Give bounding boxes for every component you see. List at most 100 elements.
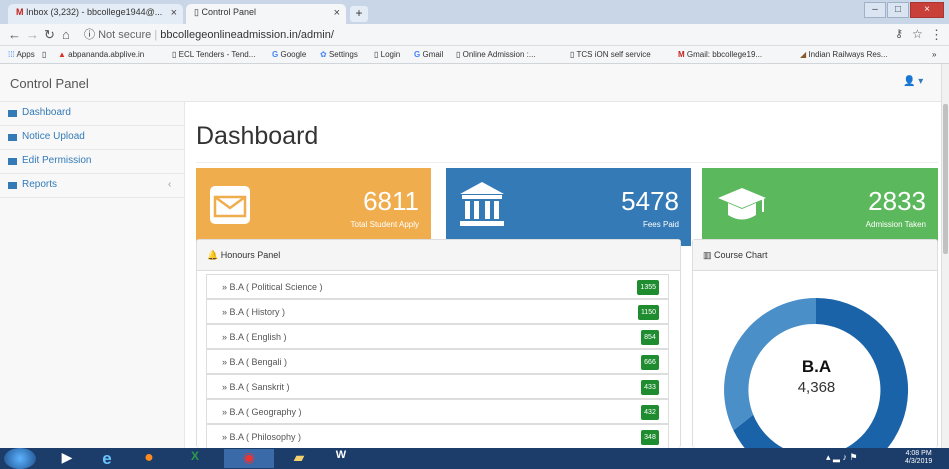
count-badge: 1355: [637, 280, 659, 295]
count-badge: 432: [641, 405, 659, 420]
bookmark-gmail-bbcollege[interactable]: M Gmail: bbcollege19...: [678, 50, 762, 59]
firefox-icon[interactable]: ●: [130, 449, 168, 468]
star-icon[interactable]: ☆: [912, 27, 923, 41]
windows-taskbar: ▶ e ● X ◉ ▰ W ▴ ▂ ♪ ⚑ 4:08 PM 4/3/2019: [0, 448, 949, 469]
excel-icon[interactable]: X: [176, 449, 214, 468]
card-label: Admission Taken: [865, 220, 926, 229]
reload-icon[interactable]: ↻: [44, 27, 55, 43]
folder-icon[interactable]: ▰: [280, 449, 318, 468]
bookmark-online-admission[interactable]: ▯ Online Admission :...: [456, 50, 536, 59]
bookmark-settings[interactable]: ✿ Settings: [320, 50, 358, 59]
list-item-label: » B.A ( Geography ): [222, 407, 302, 417]
new-tab-button[interactable]: +: [350, 6, 368, 22]
card-fees-paid[interactable]: 5478 Fees Paid: [446, 168, 691, 246]
card-value: 6811: [363, 186, 419, 216]
list-item[interactable]: » B.A ( English ) 854: [206, 324, 669, 349]
list-item[interactable]: » B.A ( Political Science ) 1355: [206, 274, 669, 299]
sidebar-item-dashboard[interactable]: Dashboard: [0, 102, 184, 126]
bookmark-gmail[interactable]: G Gmail: [414, 50, 443, 59]
page-scrollbar[interactable]: [941, 64, 949, 448]
card-label: Fees Paid: [642, 220, 679, 229]
word-icon[interactable]: W: [322, 449, 360, 468]
gear-icon: ✿: [320, 50, 327, 59]
panel-heading: ▥ Course Chart: [693, 240, 937, 271]
url-field[interactable]: ⓘ Not secure | bbcollegeonlineadmission.…: [84, 26, 864, 44]
dashboard-icon: [8, 110, 17, 117]
close-icon[interactable]: ×: [171, 7, 177, 19]
card-value: 2833: [868, 186, 926, 216]
info-icon: ⓘ: [84, 29, 95, 41]
back-icon[interactable]: ←: [8, 27, 21, 42]
list-item-label: » B.A ( Political Science ): [222, 282, 323, 292]
sidebar-item-reports[interactable]: Reports ‹: [0, 174, 184, 198]
sidebar: Dashboard Notice Upload Edit Permission …: [0, 102, 185, 448]
key-icon[interactable]: ⚷: [895, 27, 903, 40]
bookmark-indian-railways[interactable]: ◢ Indian Railways Res...: [800, 50, 888, 59]
list-item[interactable]: » B.A ( Bengali ) 666: [206, 349, 669, 374]
maximize-button[interactable]: □: [887, 2, 909, 18]
card-value: 5478: [621, 186, 679, 216]
bookmark-tcs-ion[interactable]: ▯ TCS iON self service: [570, 50, 651, 59]
list-item[interactable]: » B.A ( History ) 1150: [206, 299, 669, 324]
home-icon[interactable]: ⌂: [62, 27, 70, 42]
user-menu-button[interactable]: 👤 ▾: [903, 76, 923, 87]
page-icon: ▯: [194, 7, 199, 17]
more-bookmarks-icon[interactable]: »: [932, 50, 936, 59]
list-item[interactable]: » B.A ( Philosophy ) 348: [206, 424, 669, 449]
panel-heading: 🔔 Honours Panel: [197, 240, 680, 271]
clock[interactable]: 4:08 PM 4/3/2019: [905, 450, 932, 466]
bookmark-ecl-tenders[interactable]: ▯ ECL Tenders - Tend...: [172, 50, 255, 59]
count-badge: 666: [641, 355, 659, 370]
bar-chart-icon: ▥: [703, 250, 712, 260]
tab-control-panel[interactable]: ▯ Control Panel ×: [186, 4, 346, 24]
count-badge: 433: [641, 380, 659, 395]
list-item[interactable]: » B.A ( Sanskrit ) 433: [206, 374, 669, 399]
bell-icon: 🔔: [207, 250, 219, 260]
close-window-button[interactable]: ×: [910, 2, 944, 18]
bookmark-login[interactable]: ▯ Login: [374, 50, 400, 59]
minimize-button[interactable]: –: [864, 2, 886, 18]
list-item-label: » B.A ( History ): [222, 307, 286, 317]
gmail-icon: M: [678, 50, 685, 59]
table-icon: [8, 134, 17, 141]
card-total-student-apply[interactable]: 6811 Total Student Apply: [196, 168, 431, 246]
list-item-label: » B.A ( Sanskrit ): [222, 382, 290, 392]
menu-icon[interactable]: ⋮: [930, 27, 943, 43]
tab-inbox[interactable]: M Inbox (3,232) - bbcollege1944@... ×: [8, 4, 183, 24]
apps-icon: ⁞⁞⁞: [8, 50, 15, 59]
top-navbar: Control Panel 👤 ▾: [0, 64, 949, 102]
ie-icon[interactable]: e: [88, 449, 126, 468]
railways-icon: ◢: [800, 50, 807, 59]
card-admission-taken[interactable]: 2833 Admission Taken: [702, 168, 938, 246]
panel-title: Honours Panel: [220, 250, 281, 260]
clock-date: 4/3/2019: [905, 458, 933, 465]
card-label: Total Student Apply: [350, 220, 420, 229]
page-icon: ▯: [42, 50, 47, 59]
list-item-label: » B.A ( English ): [222, 332, 287, 342]
tray-icons[interactable]: ▴ ▂ ♪ ⚑: [826, 452, 858, 463]
close-icon[interactable]: ×: [334, 7, 340, 19]
bookmark-apps[interactable]: ⁞⁞⁞ Apps: [8, 50, 35, 59]
list-item-label: » B.A ( Bengali ): [222, 357, 288, 367]
sidebar-item-edit-permission[interactable]: Edit Permission: [0, 150, 184, 174]
address-bar: ← → ↻ ⌂ ⓘ Not secure | bbcollegeonlinead…: [0, 24, 949, 46]
brand-title[interactable]: Control Panel: [10, 76, 89, 91]
count-badge: 348: [641, 430, 659, 445]
user-icon: 👤: [903, 76, 916, 87]
envelope-icon: [210, 186, 250, 224]
bookmark-abpananda[interactable]: ▲ abpananda.abplive.in: [58, 50, 144, 59]
media-player-icon[interactable]: ▶: [48, 449, 86, 468]
sidebar-item-notice-upload[interactable]: Notice Upload: [0, 126, 184, 150]
bank-icon: [460, 182, 504, 226]
chrome-icon[interactable]: ◉: [224, 449, 274, 468]
bookmark-google[interactable]: G Google: [272, 50, 306, 59]
start-button[interactable]: [4, 448, 36, 469]
list-item-label: » B.A ( Philosophy ): [222, 432, 302, 442]
count-badge: 854: [641, 330, 659, 345]
count-badge: 1150: [637, 305, 659, 320]
forward-icon[interactable]: →: [26, 27, 39, 42]
url-text: bbcollegeonlineadmission.in/admin/: [160, 29, 334, 41]
scrollbar-thumb[interactable]: [943, 104, 948, 254]
list-item[interactable]: » B.A ( Geography ) 432: [206, 399, 669, 424]
table-icon: [8, 158, 17, 165]
